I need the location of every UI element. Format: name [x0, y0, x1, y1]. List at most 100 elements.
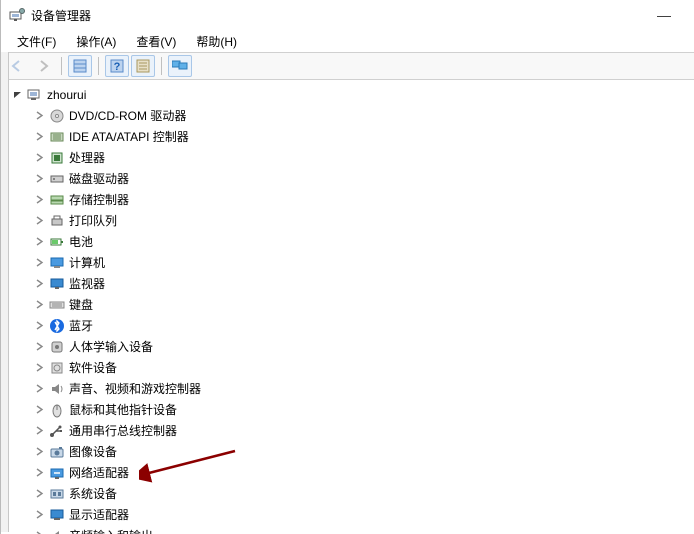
tree-item[interactable]: 图像设备: [5, 441, 694, 462]
tree-item-label: 图像设备: [69, 443, 117, 460]
device-manager-icon: [9, 7, 25, 23]
tree-item-label: 音频输入和输出: [69, 527, 153, 534]
show-hidden-button[interactable]: [68, 55, 92, 77]
tree-item-label: 存储控制器: [69, 191, 129, 208]
system-icon: [49, 486, 65, 502]
tree-item-label: 键盘: [69, 296, 93, 313]
tree-item-label: 人体学输入设备: [69, 338, 153, 355]
svg-text:?: ?: [114, 61, 121, 73]
tree-item-label: 蓝牙: [69, 317, 93, 334]
chevron-right-icon[interactable]: [33, 236, 45, 248]
chevron-right-icon[interactable]: [33, 488, 45, 500]
tree-root-label: zhourui: [47, 88, 86, 102]
chevron-right-icon[interactable]: [33, 278, 45, 290]
usb-icon: [49, 423, 65, 439]
keyboard-icon: [49, 297, 65, 313]
display-icon: [49, 507, 65, 523]
title-bar: 设备管理器 —: [1, 0, 694, 30]
tree-item[interactable]: 显示适配器: [5, 504, 694, 525]
tree-item[interactable]: 声音、视频和游戏控制器: [5, 378, 694, 399]
menu-action[interactable]: 操作(A): [66, 31, 126, 52]
tree-item[interactable]: 鼠标和其他指针设备: [5, 399, 694, 420]
tree-item[interactable]: IDE ATA/ATAPI 控制器: [5, 126, 694, 147]
tree-item[interactable]: 打印队列: [5, 210, 694, 231]
battery-icon: [49, 234, 65, 250]
printer-icon: [49, 213, 65, 229]
tree-item-label: 打印队列: [69, 212, 117, 229]
tree-item[interactable]: 网络适配器: [5, 462, 694, 483]
window-title: 设备管理器: [31, 7, 91, 24]
computer-icon: [27, 87, 43, 103]
help-icon: ?: [110, 59, 124, 73]
tree-item[interactable]: 磁盘驱动器: [5, 168, 694, 189]
tree-item[interactable]: 计算机: [5, 252, 694, 273]
tree-item[interactable]: 监视器: [5, 273, 694, 294]
tree-item[interactable]: 通用串行总线控制器: [5, 420, 694, 441]
network-icon: [49, 465, 65, 481]
chevron-right-icon[interactable]: [33, 320, 45, 332]
tree-item[interactable]: 蓝牙: [5, 315, 694, 336]
chevron-right-icon[interactable]: [33, 362, 45, 374]
tree-item[interactable]: DVD/CD-ROM 驱动器: [5, 105, 694, 126]
tree-item[interactable]: 电池: [5, 231, 694, 252]
tree-item-label: 通用串行总线控制器: [69, 422, 177, 439]
ide-icon: [49, 129, 65, 145]
tree-item[interactable]: 人体学输入设备: [5, 336, 694, 357]
chevron-right-icon[interactable]: [33, 131, 45, 143]
tree-root[interactable]: zhourui: [5, 84, 694, 105]
chevron-right-icon[interactable]: [33, 383, 45, 395]
help-button[interactable]: ?: [105, 55, 129, 77]
forward-button[interactable]: [31, 55, 55, 77]
tree-item[interactable]: 存储控制器: [5, 189, 694, 210]
tree-item-label: IDE ATA/ATAPI 控制器: [69, 128, 189, 145]
menu-view[interactable]: 查看(V): [126, 31, 186, 52]
tree-item-label: 处理器: [69, 149, 105, 166]
tree-item-label: 软件设备: [69, 359, 117, 376]
chevron-right-icon[interactable]: [33, 257, 45, 269]
arrow-left-icon: [10, 59, 24, 73]
tree-item-label: 显示适配器: [69, 506, 129, 523]
menu-help[interactable]: 帮助(H): [186, 31, 247, 52]
hdd-icon: [49, 171, 65, 187]
menu-file[interactable]: 文件(F): [7, 31, 66, 52]
chevron-right-icon[interactable]: [33, 299, 45, 311]
chevron-right-icon[interactable]: [33, 404, 45, 416]
tree-item[interactable]: 软件设备: [5, 357, 694, 378]
tree-item-label: DVD/CD-ROM 驱动器: [69, 107, 186, 124]
toolbar-separator-3: [161, 57, 162, 75]
chevron-right-icon[interactable]: [33, 425, 45, 437]
tree-item[interactable]: 处理器: [5, 147, 694, 168]
scan-hardware-button[interactable]: [168, 55, 192, 77]
tree-item[interactable]: 键盘: [5, 294, 694, 315]
minimize-button[interactable]: —: [642, 1, 686, 29]
camera-icon: [49, 444, 65, 460]
chevron-right-icon[interactable]: [33, 215, 45, 227]
storage-icon: [49, 192, 65, 208]
chevron-right-icon[interactable]: [33, 509, 45, 521]
tree-item-label: 电池: [69, 233, 93, 250]
audio-icon: [49, 528, 65, 534]
software-icon: [49, 360, 65, 376]
chevron-right-icon[interactable]: [33, 194, 45, 206]
chevron-right-icon[interactable]: [33, 530, 45, 534]
monitor-icon: [49, 276, 65, 292]
chevron-right-icon[interactable]: [33, 173, 45, 185]
computer-icon: [49, 255, 65, 271]
chevron-right-icon[interactable]: [33, 110, 45, 122]
chevron-right-icon[interactable]: [33, 152, 45, 164]
grid-icon: [73, 59, 87, 73]
mouse-icon: [49, 402, 65, 418]
chevron-right-icon[interactable]: [33, 341, 45, 353]
chevron-right-icon[interactable]: [33, 467, 45, 479]
properties-button[interactable]: [131, 55, 155, 77]
properties-icon: [136, 59, 150, 73]
chevron-down-icon[interactable]: [11, 89, 23, 101]
monitors-icon: [172, 59, 188, 73]
chevron-right-icon[interactable]: [33, 446, 45, 458]
tree-item-label: 鼠标和其他指针设备: [69, 401, 177, 418]
tree-item[interactable]: 音频输入和输出: [5, 525, 694, 534]
tree-item[interactable]: 系统设备: [5, 483, 694, 504]
hid-icon: [49, 339, 65, 355]
menu-bar: 文件(F) 操作(A) 查看(V) 帮助(H): [1, 30, 694, 52]
bluetooth-icon: [49, 318, 65, 334]
